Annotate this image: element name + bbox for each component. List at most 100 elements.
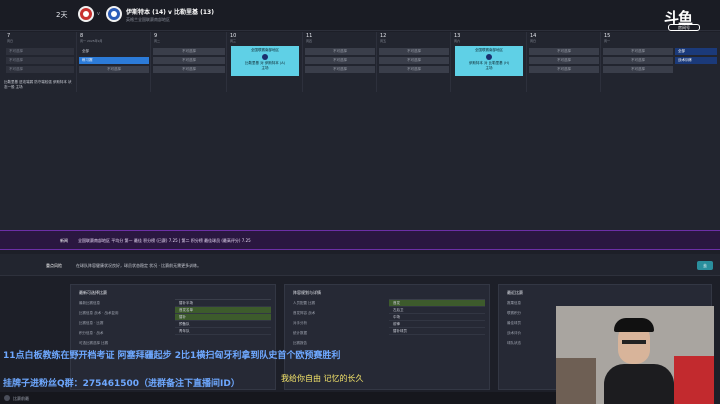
table-row[interactable]: 替补	[175, 314, 271, 321]
panel-row: 比赛信息 战术 · 战术复用	[79, 311, 119, 315]
day-column: 11 周四 不可选择 不可选择 不可选择	[302, 32, 376, 92]
match-title[interactable]: 伊斯特本 (14) v 比勒里基 (13)	[126, 7, 214, 16]
day-name: 周日	[7, 39, 14, 43]
slot-cell[interactable]: 不可选择	[529, 57, 599, 64]
opponent-crest-icon	[486, 54, 492, 60]
vs-label: v	[97, 11, 100, 17]
slot-cell[interactable]: 不可选择	[603, 57, 673, 64]
days-left-label: 2天	[56, 11, 68, 19]
advice-text: 在球队阵容健康状况良好，球员状态稳定 状况 · 比赛前无需更多训练。	[76, 263, 202, 268]
panel-row: 比赛信息 · 比赛	[79, 321, 104, 325]
table-row[interactable]: 替补半场	[175, 300, 271, 307]
panel-row: 可选比赛选择 比赛	[79, 341, 109, 345]
day-name: 周三	[230, 39, 237, 43]
panel-title: 最新可选择比赛	[79, 290, 107, 295]
slot-cell[interactable]: 不可选择	[379, 57, 449, 64]
slot-cell[interactable]: 不可选择	[6, 66, 74, 73]
match-competition: 全国联赛南部地区	[475, 48, 503, 52]
slot-cell[interactable]: 不可选择	[6, 57, 74, 64]
panel-table: 首发 左后卫 中场 前锋 替补球员	[389, 299, 485, 335]
day-name: 周一	[604, 39, 611, 43]
stream-caption-2: 挂牌子进粉丝Q群：275461500（进群备注下直播间ID）	[3, 379, 240, 389]
day-column: 12 周五 不可选择 不可选择 不可选择	[376, 32, 450, 92]
competition-name: 英格兰全国联赛南部地区	[126, 17, 170, 22]
slot-cell[interactable]: 不可选择	[305, 57, 375, 64]
go-button[interactable]: 去	[697, 261, 713, 270]
panel-table: 替补半场 首发名单 替补 预备队 青年队	[175, 299, 271, 335]
panel-row: 战术评价	[507, 331, 521, 335]
match-venue: 主场	[261, 66, 269, 70]
match-card[interactable]: 全国联赛南部地区 比勒里基 对 伊斯特本 (A) 主场	[231, 46, 299, 76]
day-column: 9 周二 不可选择 不可选择 不可选择	[150, 32, 226, 92]
home-team-crest-icon[interactable]	[78, 6, 94, 22]
slot-cell[interactable]: 不可选择	[529, 48, 599, 55]
table-row[interactable]: 中场	[389, 314, 485, 321]
panel-title: 最近比赛	[507, 290, 523, 295]
day-column: 15 周一 不可选择 不可选择 不可选择 全部 战术训练	[600, 32, 720, 92]
panel-row: 最新比赛信息	[79, 301, 100, 305]
slot-option-all[interactable]: 全部	[675, 48, 717, 55]
advice-label: 重点风险	[46, 263, 62, 268]
slot-option-training[interactable]: 练习赛	[79, 57, 149, 64]
slot-cell[interactable]: 不可选择	[603, 48, 673, 55]
slot-option-all[interactable]: 全部	[79, 48, 149, 55]
calendar-body	[0, 92, 720, 230]
game-window: 2天 v 伊斯特本 (14) v 比勒里基 (13) 英格兰全国联赛南部地区 斗…	[0, 0, 720, 404]
day-column: 14 周日 不可选择 不可选择 不可选择	[526, 32, 600, 92]
day-name: 周二	[154, 39, 161, 43]
table-row[interactable]: 青年队	[175, 328, 271, 335]
day-column: 8 周一 2025年9月 全部 练习赛 不可选择	[76, 32, 150, 92]
match-venue: 主场	[485, 66, 493, 70]
logo-sub: 房间号	[668, 24, 700, 31]
panel-row: 赛果信息	[507, 301, 521, 305]
slot-cell[interactable]: 不可选择	[153, 48, 225, 55]
panel-selection: 最新可选择比赛 最新比赛信息 比赛信息 战术 · 战术复用 比赛信息 · 比赛 …	[70, 284, 276, 390]
panel-row: 联赛积分	[507, 311, 521, 315]
panel-row: 最佳球员	[507, 321, 521, 325]
day-name: 周一	[80, 39, 87, 43]
panel-row: 积分信息 · 战术	[79, 331, 104, 335]
slot-option-tactics[interactable]: 战术训练	[675, 57, 717, 64]
slot-cell[interactable]: 不可选择	[379, 66, 449, 73]
table-row[interactable]: 左后卫	[389, 307, 485, 314]
panel-row: 首发阵容 战术	[293, 311, 316, 315]
slot-cell[interactable]: 不可选择	[305, 66, 375, 73]
month-label: 2025年9月	[87, 39, 103, 43]
table-row[interactable]: 首发	[389, 300, 485, 307]
match-card[interactable]: 全国联赛南部地区 伊斯特本 对 比勒里基 (H) 主场	[455, 46, 523, 76]
table-row[interactable]: 前锋	[389, 321, 485, 328]
news-text[interactable]: 全国联赛南部地区 平均分 第一 最佳 积分榜 (已赛) 7.25 | 第二 积分…	[78, 238, 251, 244]
streamer-webcam	[556, 306, 714, 404]
schedule-calendar: 7 周日 不可选择 不可选择 不可选择 8 周一 2025年9月 全部 练习赛 …	[0, 32, 720, 92]
status-bar: 比赛前最	[0, 392, 556, 404]
day-name: 周六	[454, 39, 461, 43]
slot-cell[interactable]: 不可选择	[379, 48, 449, 55]
panel-row: 对手分析	[293, 321, 307, 325]
status-icon	[4, 395, 10, 401]
news-ticker: 新闻 全国联赛南部地区 平均分 第一 最佳 积分榜 (已赛) 7.25 | 第二…	[0, 230, 720, 250]
day-name: 周五	[380, 39, 387, 43]
day-name: 周日	[530, 39, 537, 43]
panel-row: 球队状态	[507, 341, 521, 345]
stream-caption-1: 11点白板教练在野开档考证 阿塞拜疆起步 2比1横扫匈牙利拿到队史首个欧预赛胜利	[3, 351, 341, 361]
opponent-crest-icon	[262, 54, 268, 60]
slot-cell[interactable]: 不可选择	[6, 48, 74, 55]
slot-cell[interactable]: 不可选择	[153, 66, 225, 73]
slot-cell[interactable]: 不可选择	[305, 48, 375, 55]
slot-cell[interactable]: 不可选择	[153, 57, 225, 64]
status-text: 比赛前最	[13, 396, 29, 401]
match-competition: 全国联赛南部地区	[251, 48, 279, 52]
match-preview-note: 比勒里基 进攻端弱 防守端较强 伊斯特本 状态一般 主场	[4, 80, 72, 89]
away-team-crest-icon[interactable]	[106, 6, 122, 22]
panel-row: 统计数据	[293, 331, 307, 335]
slot-cell[interactable]: 不可选择	[79, 66, 149, 73]
table-row[interactable]: 预备队	[175, 321, 271, 328]
day-column: 10 周三 全国联赛南部地区 比勒里基 对 伊斯特本 (A) 主场	[226, 32, 302, 92]
table-row[interactable]: 首发名单	[175, 307, 271, 314]
panel-row: 比赛报告	[293, 341, 307, 345]
day-column: 13 周六 全国联赛南部地区 伊斯特本 对 比勒里基 (H) 主场	[450, 32, 526, 92]
match-header: 2天 v 伊斯特本 (14) v 比勒里基 (13) 英格兰全国联赛南部地区	[0, 0, 720, 31]
slot-cell[interactable]: 不可选择	[603, 66, 673, 73]
table-row[interactable]: 替补球员	[389, 328, 485, 335]
slot-cell[interactable]: 不可选择	[529, 66, 599, 73]
